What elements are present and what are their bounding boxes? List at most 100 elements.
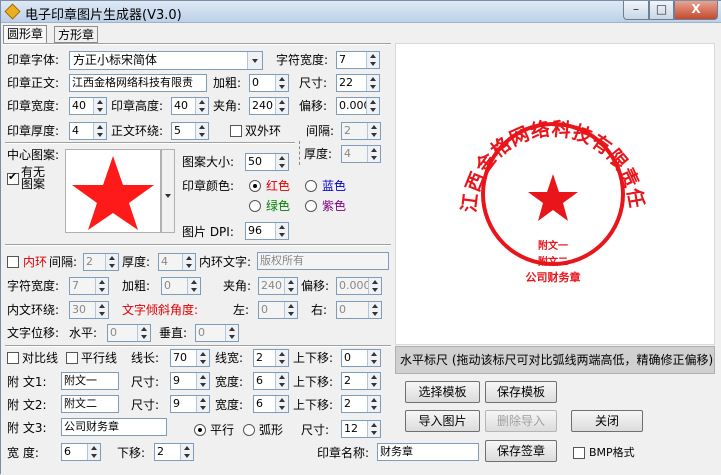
spin-arrows-icon[interactable] bbox=[196, 350, 209, 366]
parallel-radio[interactable] bbox=[194, 424, 206, 436]
sub2-shift-spin[interactable]: 2 bbox=[341, 395, 381, 413]
inner-char-width-spin[interactable]: 7 bbox=[69, 277, 109, 295]
spin-arrows-icon[interactable] bbox=[367, 373, 380, 389]
spin-arrows-icon[interactable] bbox=[367, 350, 380, 366]
maximize-button[interactable]: □ bbox=[649, 1, 674, 20]
offset-spin[interactable]: 0.000 bbox=[336, 97, 380, 115]
spin-arrows-icon[interactable] bbox=[366, 52, 379, 68]
parallel-line-checkbox[interactable] bbox=[66, 352, 78, 364]
tab-square-seal[interactable]: 方形章 bbox=[54, 26, 99, 43]
sub1-input[interactable]: 附文一 bbox=[61, 372, 119, 390]
import-image-button[interactable]: 导入图片 bbox=[405, 410, 480, 432]
spin-arrows-icon[interactable] bbox=[195, 123, 208, 139]
sub2-size-spin[interactable]: 9 bbox=[170, 395, 210, 413]
color-purple-radio[interactable] bbox=[305, 200, 317, 212]
inner-text-input[interactable]: 版权所有 bbox=[257, 252, 389, 270]
thick2-spin[interactable]: 4 bbox=[341, 145, 381, 163]
inner-thick-spin[interactable]: 4 bbox=[158, 253, 196, 271]
spin-arrows-icon[interactable] bbox=[275, 223, 288, 239]
spin-arrows-icon[interactable] bbox=[367, 396, 380, 412]
seal-text-input[interactable]: 江西金格网络科技有限责 bbox=[69, 74, 207, 92]
spin-arrows-icon[interactable] bbox=[275, 98, 288, 114]
double-ring-checkbox[interactable] bbox=[230, 125, 242, 137]
close-button[interactable]: 关闭 bbox=[571, 410, 643, 432]
spin-arrows-icon[interactable] bbox=[182, 254, 195, 270]
spin-arrows-icon[interactable] bbox=[275, 154, 288, 170]
width-spin[interactable]: 40 bbox=[69, 97, 107, 115]
pattern-dropdown[interactable] bbox=[161, 149, 175, 233]
ring-spin[interactable]: 5 bbox=[171, 122, 209, 140]
spin-arrows-icon[interactable] bbox=[275, 350, 288, 366]
seal-name-input[interactable]: 财务章 bbox=[377, 443, 479, 461]
bmp-checkbox[interactable] bbox=[573, 447, 585, 459]
spin-arrows-icon[interactable] bbox=[95, 278, 108, 294]
dpi-spin[interactable]: 96 bbox=[245, 222, 289, 240]
spin-arrows-icon[interactable] bbox=[196, 373, 209, 389]
spin-arrows-icon[interactable] bbox=[187, 278, 200, 294]
spin-arrows-icon[interactable] bbox=[95, 302, 108, 318]
horizontal-spin[interactable]: 0 bbox=[107, 324, 151, 342]
vertical-spin[interactable]: 0 bbox=[195, 324, 239, 342]
inner-bold-spin[interactable]: 0 bbox=[161, 277, 201, 295]
spin-arrows-icon[interactable] bbox=[93, 98, 106, 114]
select-template-button[interactable]: 选择模板 bbox=[405, 381, 480, 403]
line-width-spin[interactable]: 2 bbox=[253, 349, 289, 367]
spin-arrows-icon[interactable] bbox=[366, 75, 379, 91]
bold-spin[interactable]: 0 bbox=[249, 74, 289, 92]
size-spin[interactable]: 22 bbox=[336, 74, 380, 92]
spin-arrows-icon[interactable] bbox=[275, 396, 288, 412]
minimize-button[interactable]: – bbox=[623, 1, 649, 20]
spin-arrows-icon[interactable] bbox=[93, 123, 106, 139]
sub3-input[interactable]: 公司财务章 bbox=[61, 418, 167, 436]
spin-arrows-icon[interactable] bbox=[366, 98, 379, 114]
spin-arrows-icon[interactable] bbox=[367, 421, 380, 437]
tilt-left-spin[interactable]: 0 bbox=[258, 301, 298, 319]
inner-ring-spin[interactable]: 30 bbox=[69, 301, 109, 319]
inner-offset-spin[interactable]: 0.000 bbox=[336, 277, 382, 295]
sub1-width-spin[interactable]: 6 bbox=[253, 372, 289, 390]
sub2-input[interactable]: 附文二 bbox=[61, 395, 119, 413]
spin-arrows-icon[interactable] bbox=[137, 325, 150, 341]
color-green-radio[interactable] bbox=[249, 200, 261, 212]
char-width-spin[interactable]: 7 bbox=[336, 51, 380, 69]
sub2-width-spin[interactable]: 6 bbox=[253, 395, 289, 413]
sub1-shift-spin[interactable]: 2 bbox=[341, 372, 381, 390]
spin-arrows-icon[interactable] bbox=[275, 373, 288, 389]
line-length-spin[interactable]: 70 bbox=[170, 349, 210, 367]
close-window-button[interactable]: X bbox=[674, 1, 718, 20]
color-red-radio[interactable] bbox=[249, 180, 261, 192]
spin-arrows-icon[interactable] bbox=[275, 75, 288, 91]
inner-angle-spin[interactable]: 240 bbox=[258, 277, 298, 295]
bottom-width-spin[interactable]: 6 bbox=[61, 443, 101, 461]
bottom-shift-spin[interactable]: 2 bbox=[154, 443, 194, 461]
spin-arrows-icon[interactable] bbox=[87, 444, 100, 460]
inner-gap-spin[interactable]: 2 bbox=[83, 253, 119, 271]
spin-arrows-icon[interactable] bbox=[196, 396, 209, 412]
sub3-size-spin[interactable]: 12 bbox=[341, 420, 381, 438]
pattern-size-spin[interactable]: 50 bbox=[245, 153, 289, 171]
save-template-button[interactable]: 保存模板 bbox=[485, 381, 557, 403]
tilt-right-spin[interactable]: 0 bbox=[336, 301, 382, 319]
gap-spin[interactable]: 2 bbox=[341, 122, 381, 140]
save-seal-button[interactable]: 保存签章 bbox=[485, 440, 557, 462]
spin-arrows-icon[interactable] bbox=[368, 302, 381, 318]
diag-line-checkbox[interactable] bbox=[7, 352, 19, 364]
delete-import-button[interactable]: 删除导入 bbox=[485, 410, 557, 432]
sub1-size-spin[interactable]: 9 bbox=[170, 372, 210, 390]
spin-arrows-icon[interactable] bbox=[284, 302, 297, 318]
font-select[interactable]: 方正小标宋简体 bbox=[69, 51, 263, 70]
pattern-preview[interactable] bbox=[65, 149, 161, 233]
tab-round-seal[interactable]: 圆形章 bbox=[3, 25, 48, 43]
spin-arrows-icon[interactable] bbox=[180, 444, 193, 460]
spin-arrows-icon[interactable] bbox=[105, 254, 118, 270]
arc-radio[interactable] bbox=[243, 424, 255, 436]
inner-ring-checkbox[interactable] bbox=[7, 256, 19, 268]
horizontal-ruler[interactable]: 水平标尺 (拖动该标尺可对比弧线两端高低，精确修正偏移) bbox=[395, 346, 715, 374]
color-blue-radio[interactable] bbox=[305, 180, 317, 192]
angle-spin[interactable]: 240 bbox=[249, 97, 289, 115]
spin-arrows-icon[interactable] bbox=[225, 325, 238, 341]
line-shift-spin[interactable]: 0 bbox=[341, 349, 381, 367]
height-spin[interactable]: 40 bbox=[171, 97, 209, 115]
has-image-checkbox[interactable] bbox=[7, 170, 19, 185]
spin-arrows-icon[interactable] bbox=[195, 98, 208, 114]
